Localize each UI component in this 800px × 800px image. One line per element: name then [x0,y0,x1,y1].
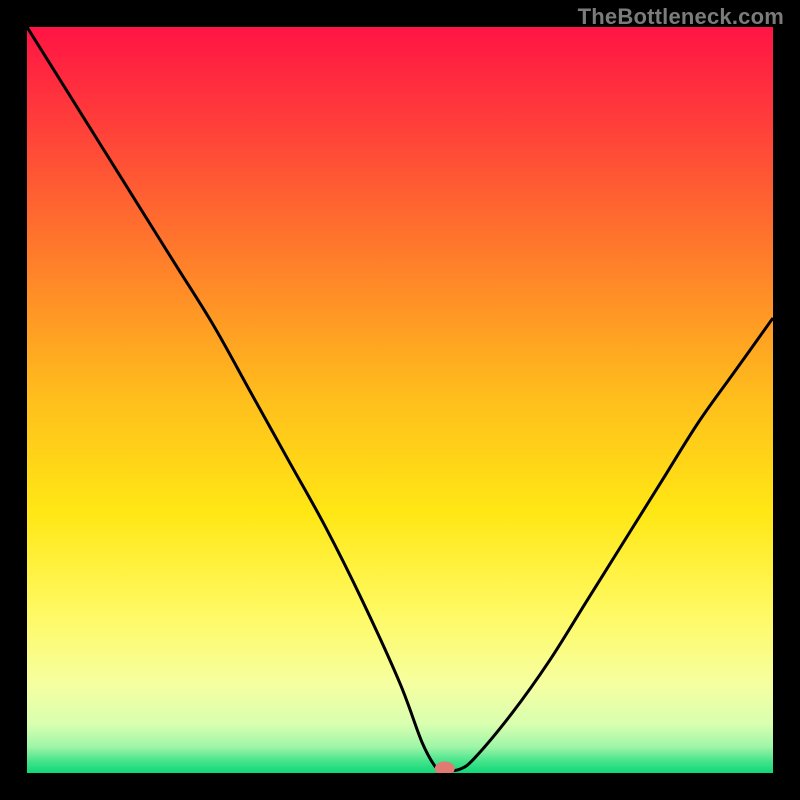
plot-area [27,27,773,773]
plot-svg [27,27,773,773]
chart-frame: TheBottleneck.com [0,0,800,800]
gradient-background [27,27,773,773]
